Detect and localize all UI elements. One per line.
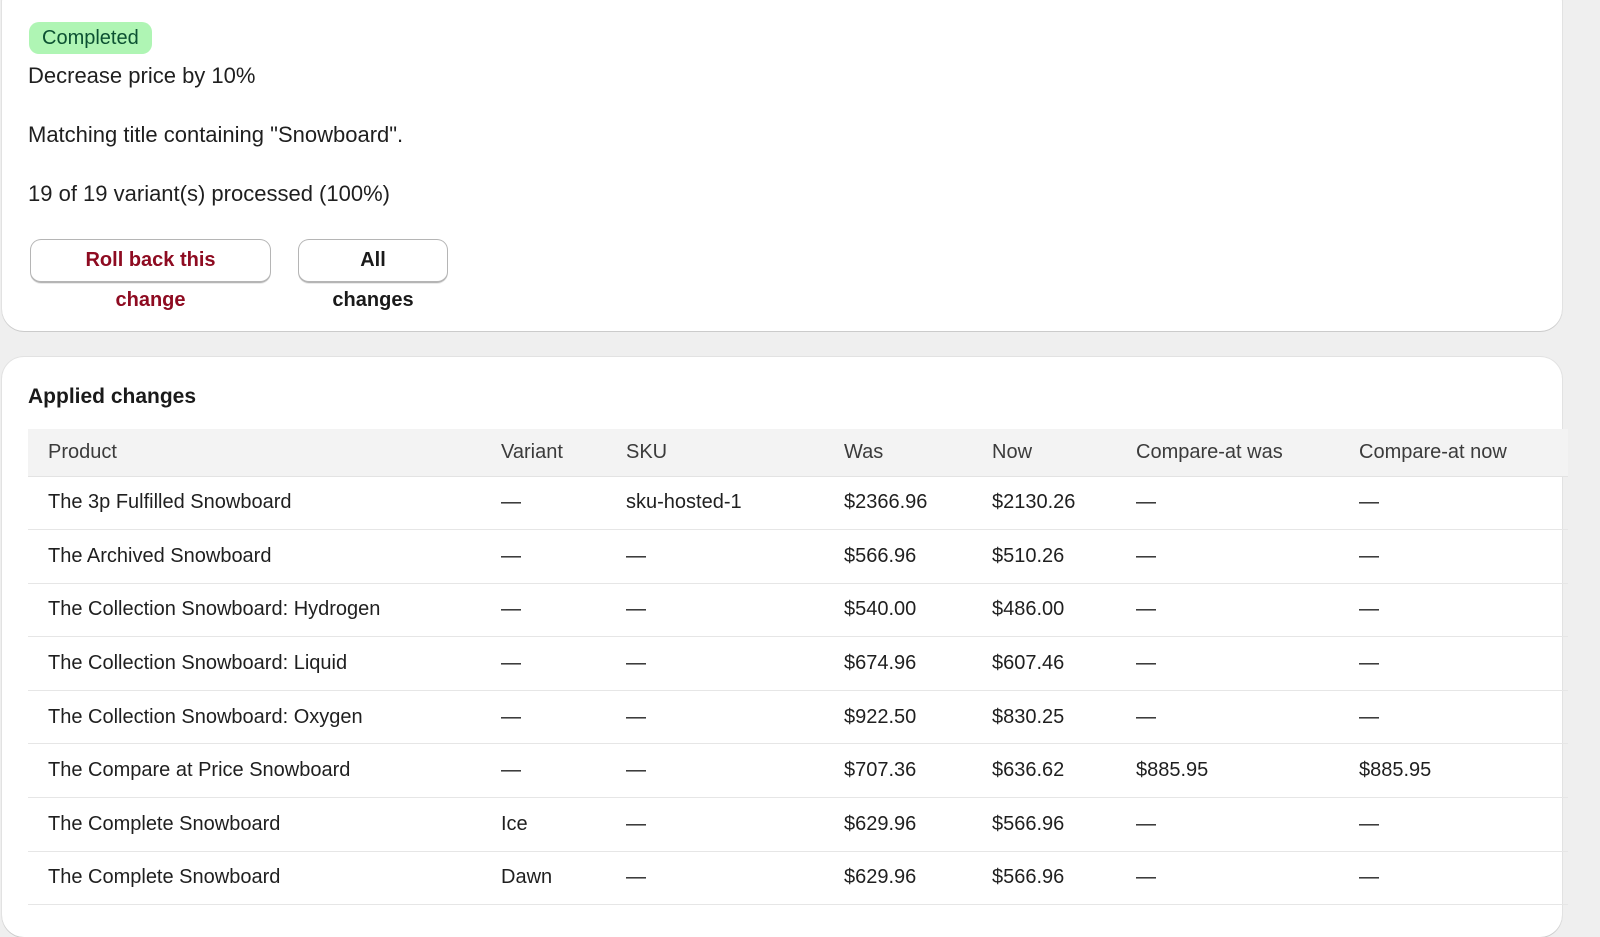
cell-was-price: $2366.96 — [824, 476, 972, 531]
cell-sku: — — [606, 743, 824, 799]
table-row: The Collection Snowboard: Liquid — — $674.9… — [28, 636, 1568, 691]
cell-compare-at-now: — — [1339, 529, 1568, 584]
cell-product: The Complete Snowboard — [28, 851, 481, 906]
cell-product: The Archived Snowboard — [28, 529, 481, 584]
cell-variant: — — [481, 583, 606, 638]
table-row: The Collection Snowboard: Oxygen — — $922.5… — [28, 690, 1568, 745]
rollback-button[interactable]: Roll back this change — [30, 239, 271, 311]
cell-compare-at-was: — — [1116, 636, 1339, 691]
column-header-variant: Variant — [481, 429, 606, 477]
cell-compare-at-now: — — [1339, 583, 1568, 638]
table-body: The 3p Fulfilled Snowboard — sku-hosted-1 $… — [28, 476, 1568, 906]
cell-sku: — — [606, 636, 824, 691]
cell-compare-at-was: $885.95 — [1116, 743, 1339, 799]
cell-product: The Compare at Price Snowboard — [28, 743, 481, 799]
column-header-compare-at-now: Compare-at now — [1339, 429, 1568, 477]
cell-compare-at-was: — — [1116, 476, 1339, 531]
applied-changes-table: Product Variant SKU Was Now Compare-at was Com… — [28, 429, 1568, 906]
cell-product: The Complete Snowboard — [28, 797, 481, 852]
bulk-change-summary-card: Completed Decrease price by 10% Matching… — [2, 0, 1562, 331]
applied-changes-card: Applied changes Product Variant SKU Was Now C… — [2, 357, 1568, 937]
table-row: The Complete Snowboard Dawn — $629.96 $566.9… — [28, 851, 1568, 906]
cell-now-price: $486.00 — [972, 583, 1116, 638]
cell-variant: — — [481, 743, 606, 799]
applied-changes-title: Applied changes — [28, 385, 197, 408]
cell-compare-at-now: — — [1339, 851, 1568, 906]
cell-sku: — — [606, 583, 824, 638]
cell-product: The Collection Snowboard: Liquid — [28, 636, 481, 691]
cell-compare-at-was: — — [1116, 529, 1339, 584]
cell-was-price: $707.36 — [824, 743, 972, 799]
change-filter-text: Matching title containing "Snowboard". — [28, 122, 404, 147]
table-row: The Complete Snowboard Ice — $629.96 $566.96… — [28, 797, 1568, 852]
cell-compare-at-now: — — [1339, 797, 1568, 852]
cell-was-price: $674.96 — [824, 636, 972, 691]
cell-variant: — — [481, 529, 606, 584]
cell-product: The Collection Snowboard: Hydrogen — [28, 583, 481, 638]
column-header-product: Product — [28, 429, 481, 477]
cell-was-price: $922.50 — [824, 690, 972, 745]
cell-now-price: $510.26 — [972, 529, 1116, 584]
cell-compare-at-was: — — [1116, 851, 1339, 906]
cell-variant: — — [481, 476, 606, 531]
table-row: The Collection Snowboard: Hydrogen — — $540… — [28, 583, 1568, 638]
cell-sku: — — [606, 851, 824, 906]
cell-compare-at-now: — — [1339, 636, 1568, 691]
cell-compare-at-now: — — [1339, 690, 1568, 745]
cell-compare-at-now: $885.95 — [1339, 743, 1568, 799]
cell-compare-at-was: — — [1116, 797, 1339, 852]
cell-variant: — — [481, 690, 606, 745]
cell-now-price: $2130.26 — [972, 476, 1116, 531]
table-row: The Compare at Price Snowboard — — $707.36 $… — [28, 743, 1568, 799]
all-changes-button[interactable]: All changes — [298, 239, 448, 311]
cell-product: The Collection Snowboard: Oxygen — [28, 690, 481, 745]
column-header-was-price: Was — [824, 429, 972, 477]
cell-sku: — — [606, 690, 824, 745]
cell-sku: sku-hosted-1 — [606, 476, 824, 531]
progress-text: 19 of 19 variant(s) processed (100%) — [28, 181, 390, 206]
cell-now-price: $607.46 — [972, 636, 1116, 691]
cell-was-price: $629.96 — [824, 797, 972, 852]
cell-compare-at-now: — — [1339, 476, 1568, 531]
cell-variant: Dawn — [481, 851, 606, 906]
table-header-row: Product Variant SKU Was Now Compare-at was Com… — [28, 429, 1568, 477]
cell-was-price: $540.00 — [824, 583, 972, 638]
table-header: Product Variant SKU Was Now Compare-at was Com… — [28, 429, 1568, 477]
cell-product: The 3p Fulfilled Snowboard — [28, 476, 481, 531]
cell-sku: — — [606, 529, 824, 584]
applied-changes-table-wrapper: Product Variant SKU Was Now Compare-at was Com… — [28, 429, 1568, 906]
cell-was-price: $629.96 — [824, 851, 972, 906]
cell-now-price: $566.96 — [972, 851, 1116, 906]
cell-now-price: $636.62 — [972, 743, 1116, 799]
table-row: The 3p Fulfilled Snowboard — sku-hosted-1 $… — [28, 476, 1568, 531]
cell-sku: — — [606, 797, 824, 852]
cell-now-price: $566.96 — [972, 797, 1116, 852]
table-row: The Archived Snowboard — — $566.96 $510.26— — — [28, 529, 1568, 584]
cell-variant: Ice — [481, 797, 606, 852]
cell-compare-at-was: — — [1116, 583, 1339, 638]
cell-was-price: $566.96 — [824, 529, 972, 584]
column-header-compare-at-was: Compare-at was — [1116, 429, 1339, 477]
status-badge: Completed — [29, 22, 152, 54]
column-header-now-price: Now — [972, 429, 1116, 477]
cell-variant: — — [481, 636, 606, 691]
cell-compare-at-was: — — [1116, 690, 1339, 745]
change-action-text: Decrease price by 10% — [28, 63, 256, 88]
column-header-sku: SKU — [606, 429, 824, 477]
cell-now-price: $830.25 — [972, 690, 1116, 745]
